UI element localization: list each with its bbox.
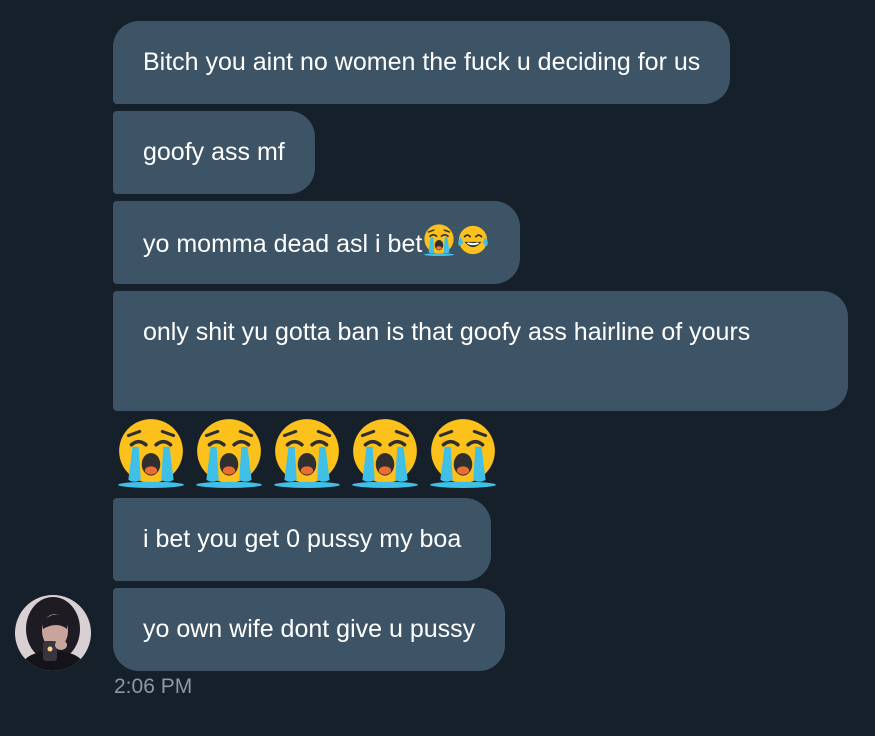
message-text: goofy ass mf [143, 138, 285, 166]
message-bubble[interactable]: only shit yu gotta ban is that goofy ass… [113, 291, 848, 411]
message-text: yo own wife dont give u pussy [143, 615, 476, 643]
message-text: only shit yu gotta ban is that goofy ass… [143, 318, 751, 346]
message-text: yo momma dead asl i bet [143, 230, 423, 258]
avatar[interactable] [15, 595, 91, 671]
loudly-crying-face-icon [192, 416, 266, 492]
message-text: i bet you get 0 pussy my boa [143, 525, 462, 553]
emoji-only-message[interactable] [114, 416, 500, 492]
loudly-crying-face-icon [426, 416, 500, 492]
loudly-crying-face-icon [270, 416, 344, 492]
face-with-tears-of-joy-icon [456, 223, 490, 257]
message-bubble[interactable]: goofy ass mf [113, 111, 315, 194]
message-text: Bitch you aint no women the fuck u decid… [143, 48, 701, 76]
message-bubble[interactable]: Bitch you aint no women the fuck u decid… [113, 21, 731, 104]
avatar-image [15, 595, 91, 671]
message-bubble[interactable]: yo own wife dont give u pussy [113, 588, 506, 671]
loudly-crying-face-icon [114, 416, 188, 492]
message-bubble[interactable]: yo momma dead asl i bet [113, 201, 521, 284]
loudly-crying-face-icon [422, 223, 456, 257]
loudly-crying-face-icon [348, 416, 422, 492]
message-bubble[interactable]: i bet you get 0 pussy my boa [113, 498, 492, 581]
message-timestamp: 2:06 PM [114, 675, 193, 698]
